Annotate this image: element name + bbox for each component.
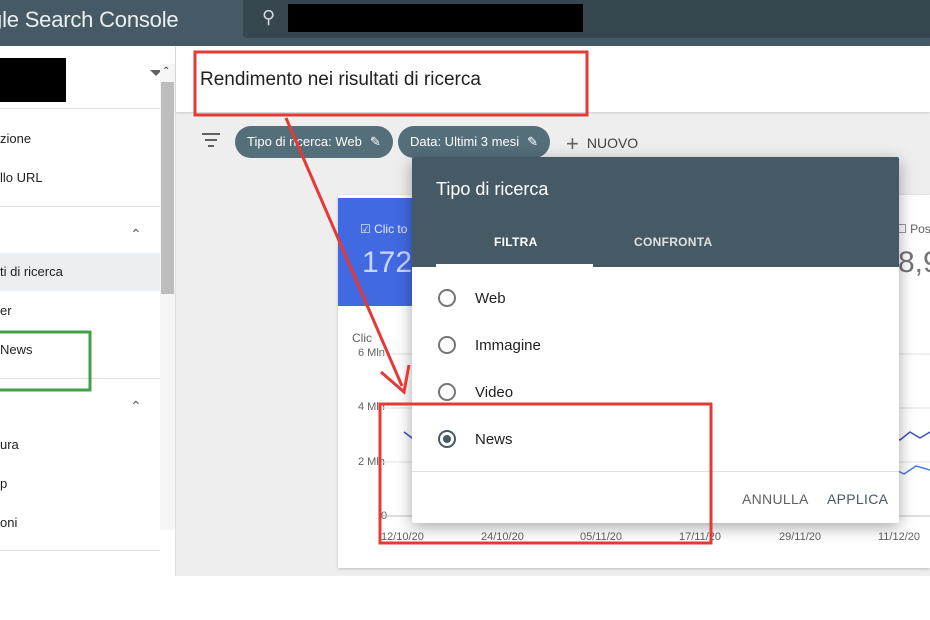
cancel-button[interactable]: ANNULLA: [742, 491, 809, 507]
search-input-redacted[interactable]: [288, 4, 583, 32]
search-type-dialog: Tipo di ricerca FILTRA CONFRONTA Web Imm…: [412, 157, 899, 523]
divider: [0, 206, 160, 207]
sidebar-item-removals[interactable]: oni: [0, 504, 160, 542]
edit-pencil-icon: ✎: [369, 134, 381, 149]
sidebar-item-overview[interactable]: zione: [0, 120, 160, 158]
page-title: Rendimento nei risultati di ricerca: [200, 69, 481, 90]
divider: [412, 471, 899, 472]
radio-button[interactable]: [438, 383, 456, 401]
sidebar: zione llo URL ⌃ ti di ricerca er News ⌃ …: [0, 46, 176, 576]
option-label: Immagine: [475, 337, 541, 354]
active-tab-indicator: [436, 264, 593, 267]
chip-label: Tipo di ricerca: Web: [247, 134, 362, 149]
x-tick-label: 05/11/20: [580, 531, 623, 543]
sidebar-item-coverage[interactable]: ura: [0, 426, 160, 464]
sidebar-item-google-news[interactable]: News: [0, 331, 160, 369]
x-tick-label: 11/12/20: [878, 531, 921, 543]
total-clicks-label: ☑ Clic to: [360, 222, 408, 236]
average-position-value: 8,9: [898, 246, 930, 279]
tab-compare[interactable]: CONFRONTA: [634, 235, 712, 249]
apply-button[interactable]: APPLICA: [827, 491, 888, 507]
new-filter-button[interactable]: + NUOVO: [566, 131, 638, 157]
new-filter-label: NUOVO: [586, 135, 639, 151]
total-clicks-value: 172: [362, 246, 413, 279]
edit-pencil-icon: ✎: [527, 134, 538, 149]
divider: [0, 378, 160, 379]
radio-button[interactable]: [438, 336, 456, 354]
radio-button[interactable]: [438, 289, 456, 307]
dialog-header: Tipo di ricerca FILTRA CONFRONTA: [412, 157, 899, 267]
tab-filter[interactable]: FILTRA: [494, 235, 538, 249]
chevron-up-icon[interactable]: ⌃: [130, 226, 142, 243]
option-label: News: [475, 431, 513, 448]
x-tick-label: 29/11/20: [779, 531, 822, 543]
property-selector-redacted[interactable]: [0, 58, 66, 102]
divider: [0, 550, 160, 551]
screenshot-frame: { "topbar": { "brand": "ogle Search Cons…: [0, 0, 930, 620]
sidebar-item-url-inspection[interactable]: llo URL: [0, 159, 160, 197]
scroll-up-arrow-icon[interactable]: ⌃: [162, 66, 170, 77]
chevron-up-icon[interactable]: ⌃: [130, 398, 142, 415]
plus-icon: +: [566, 131, 579, 156]
chart-axis-label: Clic: [352, 331, 372, 345]
product-logo[interactable]: ogle Search Console: [0, 7, 179, 33]
sidebar-scroll-thumb[interactable]: [161, 82, 174, 294]
radio-button-selected[interactable]: [438, 430, 456, 448]
x-tick-label: 24/10/20: [481, 531, 524, 543]
search-icon[interactable]: ⚲: [262, 7, 275, 28]
sidebar-item-search-results[interactable]: ti di ricerca: [0, 253, 160, 291]
option-label: Video: [475, 384, 514, 401]
option-label: Web: [475, 290, 506, 307]
dialog-title: Tipo di ricerca: [436, 179, 549, 199]
date-filter-chip[interactable]: Data: Ultimi 3 mesi ✎: [398, 126, 550, 158]
sidebar-item-discover[interactable]: er: [0, 292, 160, 330]
x-tick-label: 12/10/20: [381, 531, 424, 543]
x-tick-label: 17/11/20: [679, 531, 722, 543]
divider: [0, 108, 160, 109]
search-type-filter-chip[interactable]: Tipo di ricerca: Web ✎: [235, 126, 393, 158]
brand-text: ogle Search Console: [0, 7, 179, 32]
filter-icon[interactable]: [201, 133, 221, 151]
average-position-label: ☐ Pos: [896, 222, 930, 236]
chip-label: Data: Ultimi 3 mesi: [410, 134, 520, 149]
sidebar-item-sitemap[interactable]: p: [0, 465, 160, 503]
